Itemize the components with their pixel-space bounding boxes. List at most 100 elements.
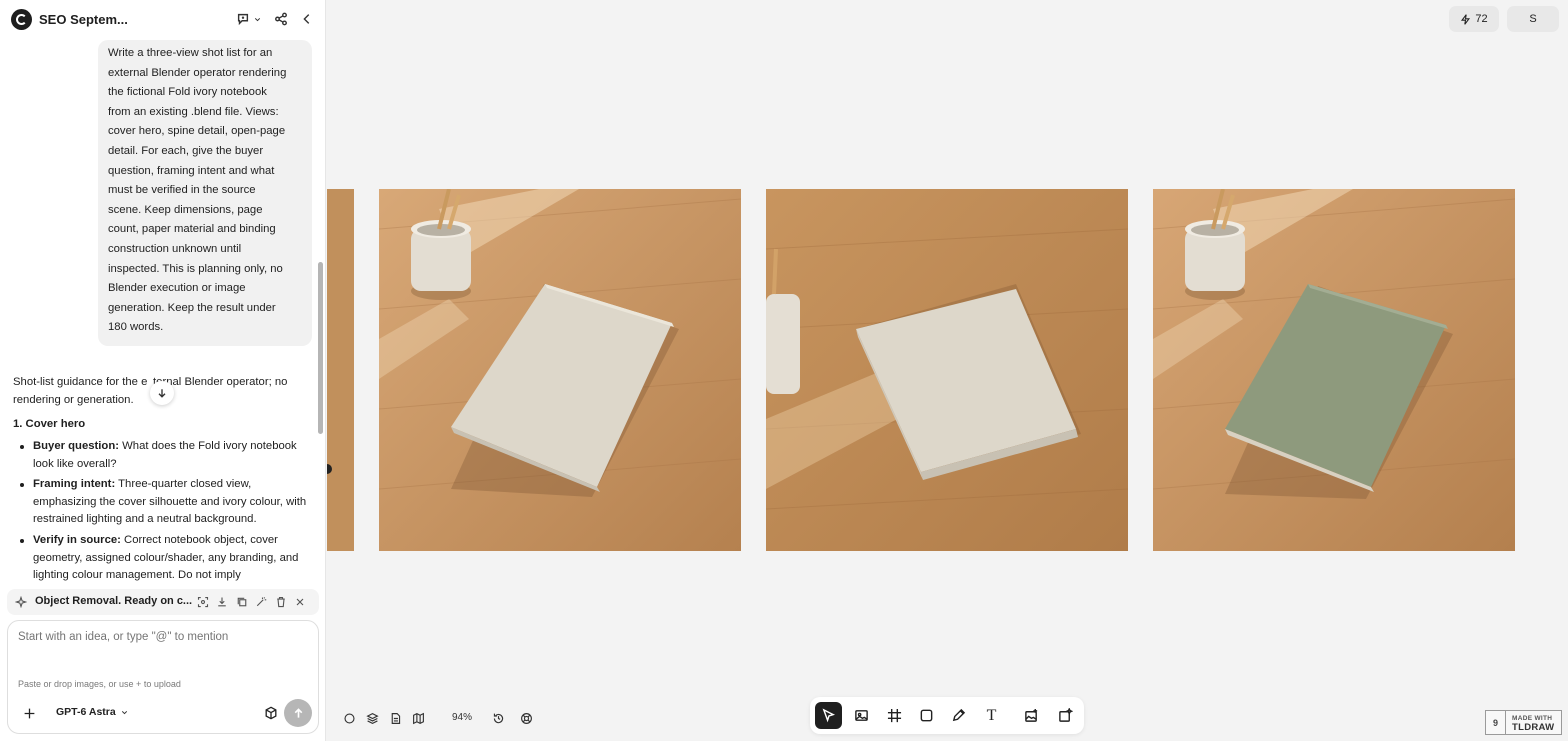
- document-icon[interactable]: [386, 709, 404, 727]
- share-icon[interactable]: [272, 10, 290, 28]
- message-line: scene. Keep dimensions, page: [108, 203, 263, 216]
- 3d-mode-button[interactable]: [262, 704, 280, 722]
- credits-count: 72: [1475, 13, 1488, 25]
- rectangle-tool-button[interactable]: [913, 702, 940, 729]
- chevron-down-icon: [121, 710, 127, 714]
- notebook-photo: [327, 189, 354, 551]
- cursor-icon: [822, 708, 836, 723]
- message-line: the fictional Fold ivory notebook: [108, 86, 267, 99]
- green-notebook-photo: [1153, 189, 1515, 551]
- ivory-notebook-photo: [379, 189, 741, 551]
- model-selector[interactable]: GPT-6 Astra: [56, 706, 129, 718]
- circle-icon[interactable]: [340, 709, 358, 727]
- plus-icon: [24, 708, 34, 718]
- canvas-image-partial[interactable]: [327, 189, 354, 551]
- canvas-image-1[interactable]: [379, 189, 741, 551]
- text-icon: T: [986, 706, 997, 724]
- message-line: Write a three-view shot list for an: [108, 47, 273, 59]
- list-item: Framing intent: Three-quarter closed vie…: [20, 476, 311, 529]
- watermark-big-text: TLDRAW: [1512, 721, 1555, 733]
- logo-icon[interactable]: [11, 9, 32, 30]
- ivory-notebook-photo: [766, 189, 1128, 551]
- upload-hint: Paste or drop images, or use + to upload: [18, 679, 181, 689]
- focus-icon[interactable]: [195, 594, 211, 610]
- lightning-icon: [1461, 13, 1471, 25]
- intro-text: Shot-list guidance for the e: [13, 376, 148, 388]
- image-add-icon: [1025, 708, 1038, 722]
- close-icon[interactable]: [292, 594, 308, 610]
- prompt-composer: Paste or drop images, or use + to upload…: [7, 620, 319, 734]
- image-edit-icon: [855, 710, 868, 721]
- bullet-list: Buyer question: What does the Fold ivory…: [13, 438, 311, 585]
- chevron-down-icon[interactable]: [251, 10, 263, 28]
- intro-text: rendering or generation.: [13, 394, 134, 406]
- trash-icon[interactable]: [273, 594, 289, 610]
- select-tool-button[interactable]: [815, 702, 842, 729]
- task-label: Object Removal. Ready on c...: [35, 595, 193, 607]
- project-title[interactable]: SEO Septem...: [39, 12, 128, 27]
- help-icon[interactable]: [517, 709, 535, 727]
- frame-icon: [887, 708, 902, 723]
- arrow-up-icon: [294, 707, 302, 718]
- copy-icon[interactable]: [234, 594, 250, 610]
- bullet-label: Verify in source:: [33, 533, 121, 546]
- list-item: Verify in source: Correct notebook objec…: [20, 532, 311, 585]
- ai-tool-button[interactable]: [1052, 702, 1079, 729]
- scroll-down-button[interactable]: [150, 381, 174, 405]
- task-status-bar: Object Removal. Ready on c...: [7, 589, 319, 615]
- message-line: question, framing intent and what: [108, 164, 275, 177]
- chat-thread[interactable]: Write a three-view shot list for an exte…: [0, 40, 326, 586]
- user-avatar-button[interactable]: S: [1507, 6, 1559, 32]
- feedback-icon[interactable]: [234, 10, 252, 28]
- bullet-label: Buyer question:: [33, 440, 119, 452]
- chat-scrollbar[interactable]: [318, 262, 323, 434]
- credits-badge[interactable]: 72: [1449, 6, 1499, 32]
- tldraw-watermark[interactable]: 9 MADE WITH TLDRAW: [1485, 710, 1562, 735]
- rectangle-icon: [920, 709, 933, 722]
- canvas-image-2[interactable]: [766, 189, 1128, 551]
- text-tool-button[interactable]: T: [978, 702, 1005, 729]
- message-line: must be verified in the source: [108, 184, 256, 197]
- download-icon[interactable]: [214, 594, 230, 610]
- message-line: count, paper material and binding: [108, 223, 276, 236]
- intro-text: ternal Blender operator; no: [153, 376, 288, 388]
- image-generate-tool-button[interactable]: [1018, 702, 1045, 729]
- magic-wand-icon[interactable]: [253, 594, 269, 610]
- image-edit-tool-button[interactable]: [848, 702, 875, 729]
- canvas-image-3[interactable]: [1153, 189, 1515, 551]
- map-icon[interactable]: [409, 709, 427, 727]
- sparkle-box-icon: [1059, 708, 1073, 722]
- message-line: 180 words.: [108, 321, 164, 334]
- user-message: Write a three-view shot list for an exte…: [98, 40, 312, 346]
- layers-icon[interactable]: [363, 709, 381, 727]
- cube-icon: [265, 706, 277, 720]
- frame-tool-button[interactable]: [881, 702, 908, 729]
- add-attachment-button[interactable]: [20, 704, 38, 722]
- message-line: from an existing .blend file. Views:: [108, 105, 279, 118]
- prompt-input[interactable]: [18, 631, 308, 643]
- message-line: external Blender operator rendering: [108, 66, 287, 79]
- message-line: construction unknown until: [108, 242, 242, 255]
- chat-sidebar: SEO Septem... Write a three-view shot li…: [0, 0, 326, 741]
- message-line: generation. Keep the result under: [108, 301, 276, 314]
- message-line: Blender execution or image: [108, 282, 246, 295]
- history-icon[interactable]: [489, 709, 507, 727]
- message-line: inspected. This is planning only, no: [108, 262, 283, 275]
- send-button[interactable]: [284, 699, 312, 727]
- collapse-icon[interactable]: [298, 10, 316, 28]
- model-label: GPT-6 Astra: [56, 706, 116, 718]
- user-initial: S: [1529, 13, 1537, 25]
- pencil-tool-button[interactable]: [945, 702, 972, 729]
- sidebar-header: SEO Septem...: [0, 0, 326, 40]
- message-line: cover hero, spine detail, open-page: [108, 125, 286, 138]
- tldraw-logo-icon: 9: [1486, 711, 1506, 734]
- arrow-down-icon: [158, 389, 166, 398]
- drawing-toolbar: T: [810, 697, 1084, 734]
- pencil-icon: [952, 708, 966, 722]
- message-line: detail. For each, give the buyer: [108, 144, 264, 157]
- section-heading: 1. Cover hero: [13, 418, 86, 430]
- zoom-level[interactable]: 94%: [452, 712, 472, 723]
- bullet-label: Framing intent:: [33, 478, 116, 491]
- list-item: Buyer question: What does the Fold ivory…: [20, 438, 311, 473]
- sparkle-icon: [13, 594, 29, 610]
